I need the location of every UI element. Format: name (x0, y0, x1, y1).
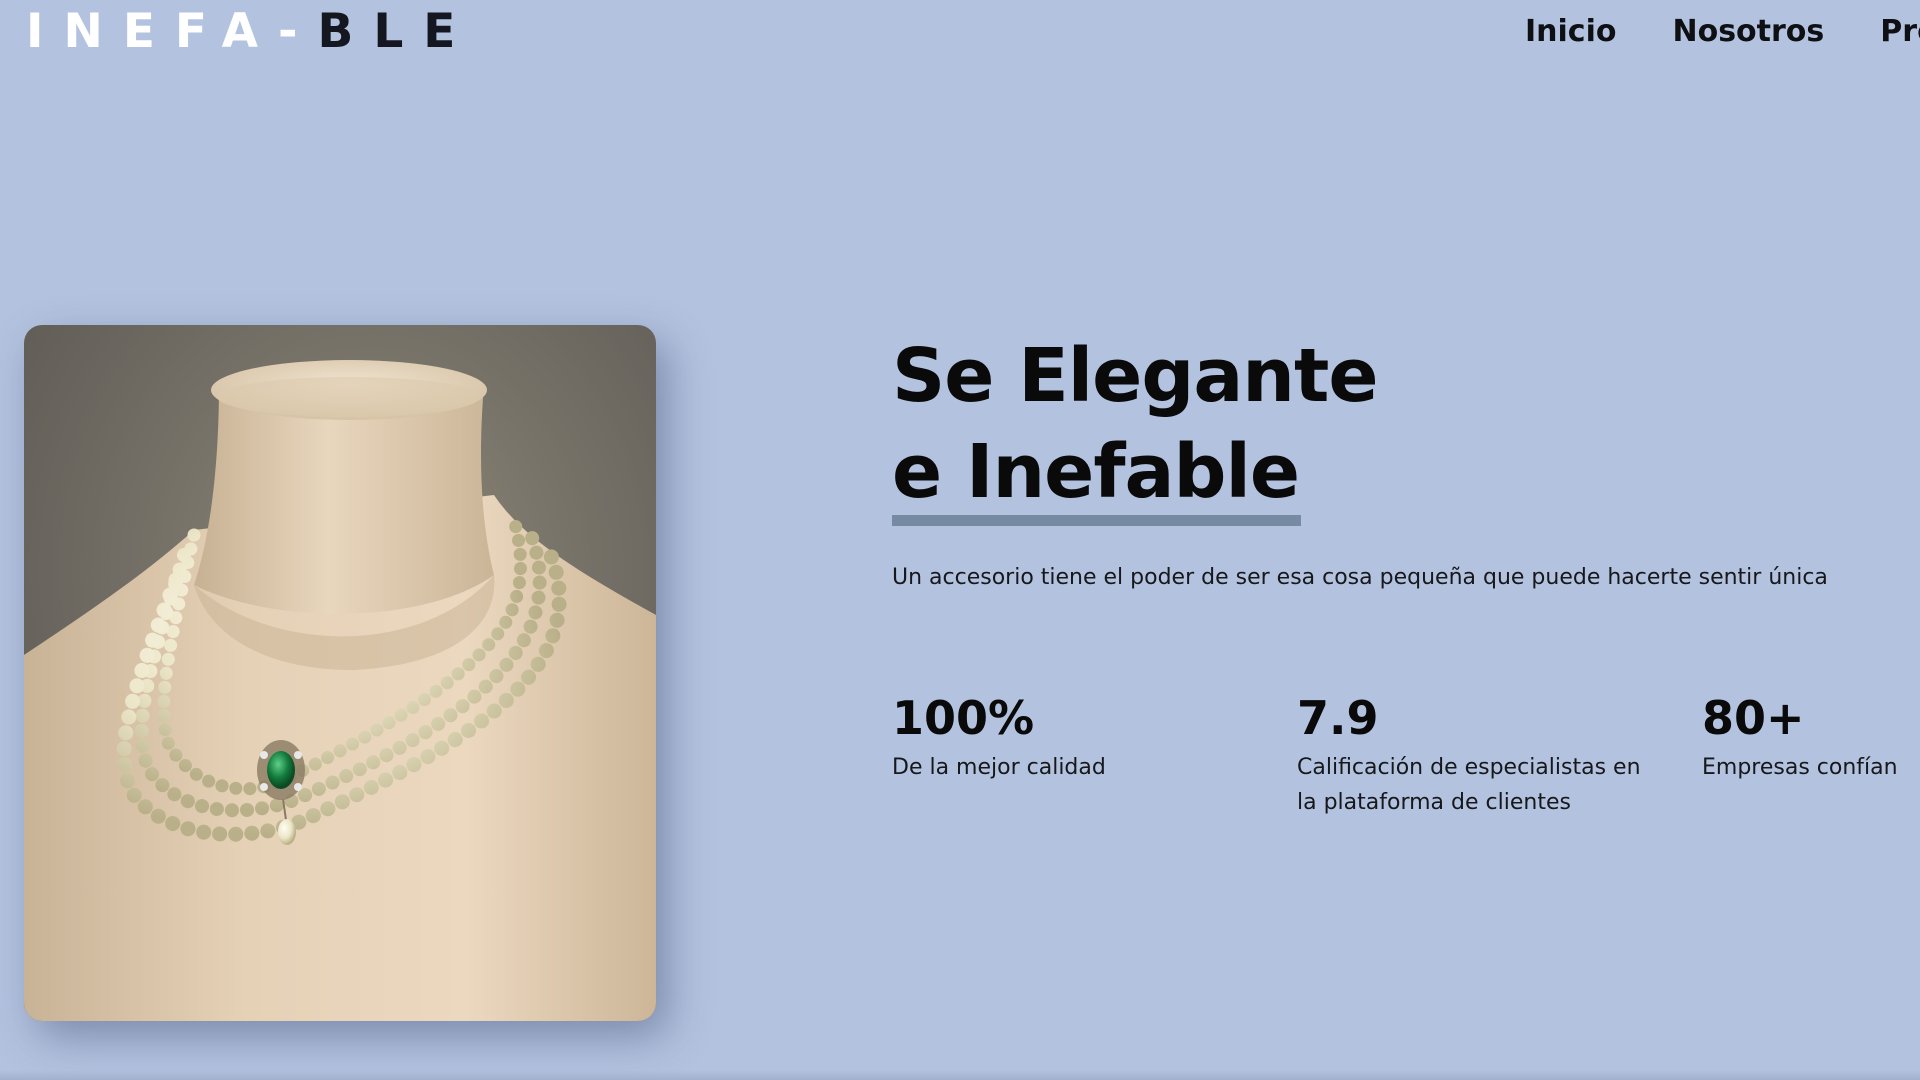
stat-value: 80+ (1702, 691, 1805, 745)
logo-text-dark: BLE (317, 4, 476, 59)
nav-link-nosotros[interactable]: Nosotros (1672, 12, 1824, 52)
stat-label: Calificación de especialistas en la plat… (1297, 755, 1641, 815)
necklace-illustration (24, 325, 656, 1021)
logo-text-light: INEFA- (26, 4, 318, 59)
title-underline (892, 515, 1301, 526)
hero-tagline: Un accesorio tiene el poder de ser esa c… (892, 565, 1828, 590)
hero-necklace-image (24, 325, 656, 1021)
stat-rating: 7.9 Calificación de especialistas en la … (1297, 690, 1667, 820)
hero-title-line-1: Se Elegante (892, 333, 1379, 419)
main-nav: Inicio Nosotros Pro (1525, 12, 1920, 52)
nav-link-inicio[interactable]: Inicio (1525, 12, 1616, 52)
hero-title: Se Elegante e Inefable (892, 328, 1379, 520)
nav-link-productos[interactable]: Pro (1880, 12, 1920, 52)
landing-page: INEFA-BLE Inicio Nosotros Pro (0, 0, 1920, 1080)
stat-companies: 80+ Empresas confían (1702, 690, 1920, 785)
stat-label: De la mejor calidad (892, 755, 1106, 780)
stat-quality: 100% De la mejor calidad (892, 690, 1272, 785)
stat-value: 7.9 (1297, 691, 1379, 745)
hero-title-line-2: e Inefable (892, 429, 1300, 515)
stat-value: 100% (892, 691, 1035, 745)
stat-label: Empresas confían (1702, 755, 1898, 780)
brand-logo[interactable]: INEFA-BLE (26, 8, 475, 56)
bottom-shade (0, 1070, 1920, 1080)
